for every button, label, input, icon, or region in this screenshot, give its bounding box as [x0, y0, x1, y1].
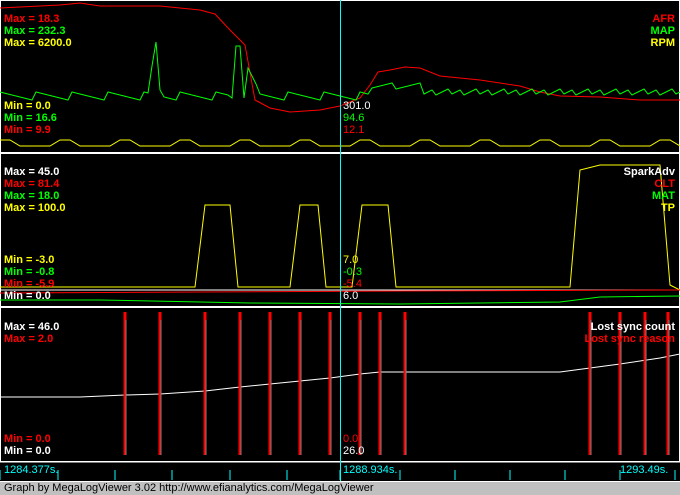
max-label-0: Max = 18.3	[4, 13, 60, 25]
min-label-0: Min = 0.0	[4, 100, 51, 112]
max-label-0: Max = 46.0	[4, 321, 60, 333]
time-axis-end: 1293.49s.	[620, 464, 669, 476]
plot-area[interactable]	[0, 0, 680, 494]
legend-item-0: Lost sync count	[590, 321, 675, 333]
max-label-1: Max = 232.3	[4, 25, 66, 37]
legend-item-2: MAT	[651, 190, 675, 202]
min-label-0: Min = 0.0	[4, 433, 51, 445]
cursor-value-1: 26.0	[343, 445, 365, 457]
cursor-value-1: -0.3	[343, 266, 362, 278]
min-label-3: Min = 0.0	[4, 290, 51, 302]
cursor-value-2: -5.4	[343, 278, 362, 290]
legend-item-1: MAP	[650, 25, 675, 37]
max-label-1: Max = 81.4	[4, 178, 60, 190]
max-label-2: Max = 18.0	[4, 190, 60, 202]
min-label-1: Min = -0.8	[4, 266, 55, 278]
max-label-0: Max = 45.0	[4, 166, 60, 178]
max-label-3: Max = 100.0	[4, 202, 66, 214]
legend-item-0: AFR	[652, 13, 675, 25]
cursor-value-0: 7.0	[343, 254, 359, 266]
status-bar: Graph by MegaLogViewer 3.02 http://www.e…	[0, 481, 680, 495]
legend-item-3: TP	[660, 202, 675, 214]
cursor-value-1: 94.6	[343, 112, 365, 124]
cursor-value-2: 12.1	[343, 124, 365, 136]
cursor-value-0: 0.0	[343, 433, 359, 445]
time-axis-cursor: 1288.934s.	[343, 464, 398, 476]
legend-item-2: RPM	[650, 37, 675, 49]
time-axis-start: 1284.377s.	[4, 464, 59, 476]
legend-item-1: CLT	[654, 178, 675, 190]
min-label-1: Min = 16.6	[4, 112, 57, 124]
cursor-value-0: 301.0	[343, 100, 371, 112]
cursor-value-3: 6.0	[343, 290, 359, 302]
min-label-1: Min = 0.0	[4, 445, 51, 457]
max-label-2: Max = 6200.0	[4, 37, 72, 49]
min-label-2: Min = -5.9	[4, 278, 55, 290]
legend-item-0: SparkAdv	[623, 166, 675, 178]
log-viewer[interactable]: Max = 18.3 Max = 232.3 Max = 6200.0 Min = …	[0, 0, 680, 495]
legend-item-1: Lost sync reason	[584, 333, 675, 345]
max-label-1: Max = 2.0	[4, 333, 54, 345]
min-label-0: Min = -3.0	[4, 254, 55, 266]
min-label-2: Min = 9.9	[4, 124, 51, 136]
status-bar-text: Graph by MegaLogViewer 3.02 http://www.e…	[4, 482, 374, 494]
